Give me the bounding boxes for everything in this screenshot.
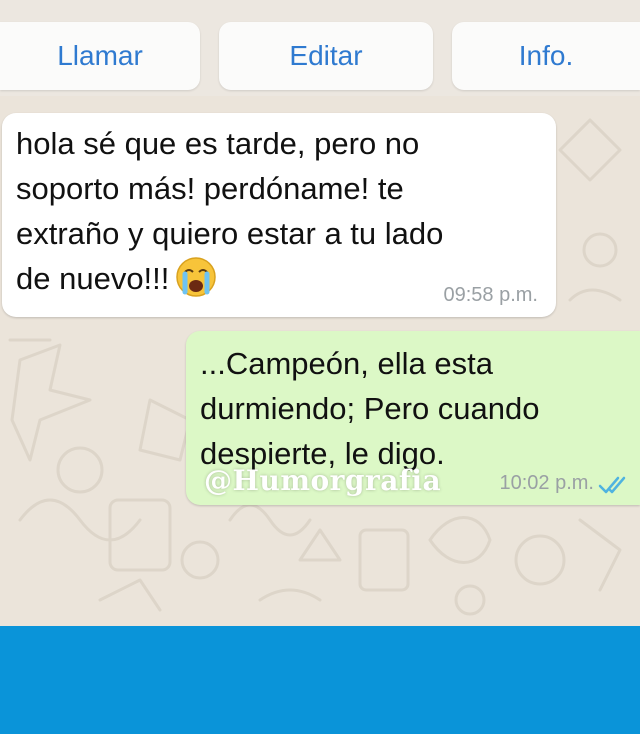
crying-face-icon (176, 257, 217, 297)
edit-button[interactable]: Editar (219, 22, 433, 90)
incoming-message-text: hola sé que es tarde, pero no soporto má… (16, 126, 444, 296)
message-timestamp: 09:58 p.m. (443, 284, 538, 306)
bottom-blue-banner (0, 626, 640, 734)
incoming-message-bubble[interactable]: hola sé que es tarde, pero no soporto má… (2, 113, 556, 317)
contact-actions-bar: Llamar Editar Info. (0, 0, 640, 96)
outgoing-message-bubble[interactable]: ...Campeón, ella esta durmiendo; Pero cu… (186, 331, 640, 505)
info-button[interactable]: Info. (452, 22, 640, 90)
message-text: hola sé que es tarde, pero no soporto má… (16, 121, 546, 302)
chat-area[interactable]: Llamar Editar Info. hola sé que es tarde… (0, 0, 640, 626)
message-timestamp: 10:02 p.m. (499, 472, 594, 494)
watermark-text: @Humorgrafia (204, 464, 442, 497)
outgoing-message-text: ...Campeón, ella esta durmiendo; Pero cu… (200, 346, 540, 471)
double-check-icon (598, 476, 626, 494)
call-button[interactable]: Llamar (0, 22, 200, 90)
